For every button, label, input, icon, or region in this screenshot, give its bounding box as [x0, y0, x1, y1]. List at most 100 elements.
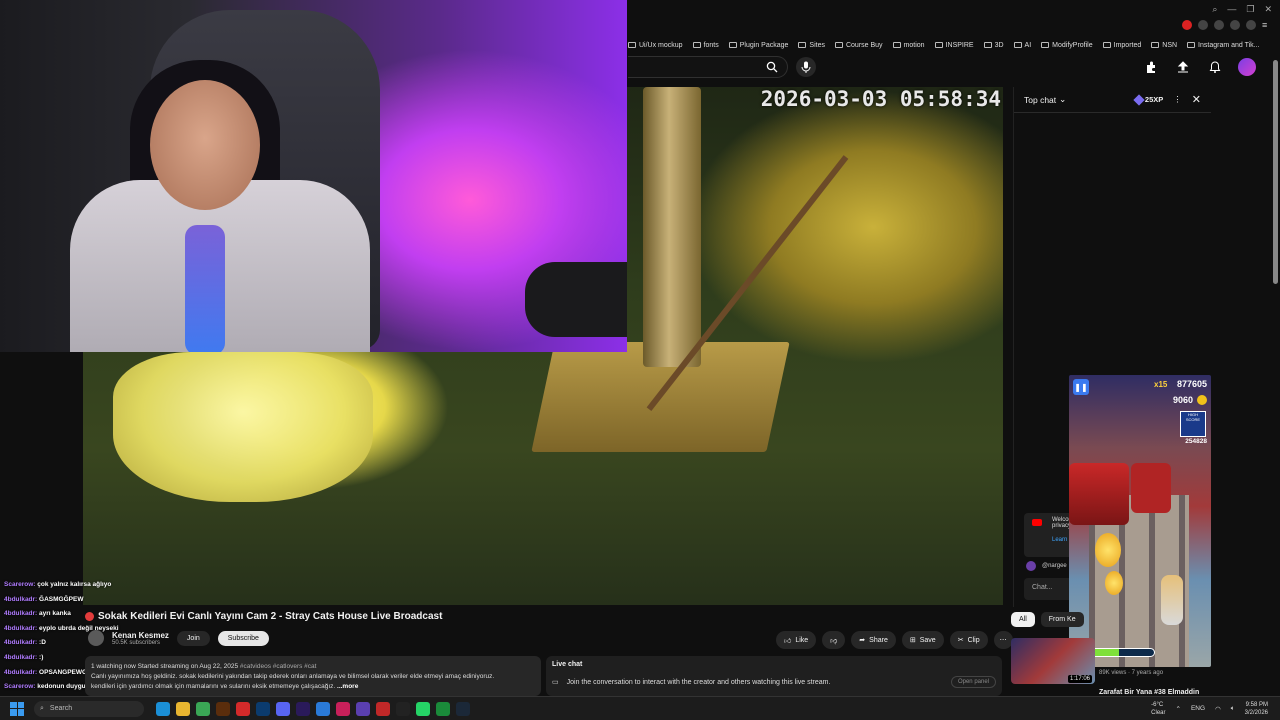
bookmark-item[interactable]: 3D — [983, 42, 1004, 49]
learn-more-link[interactable]: Learn — [1052, 537, 1068, 543]
search-icon[interactable]: ⌕ — [1212, 4, 1217, 15]
chevron-down-icon: ⌄ — [1059, 94, 1067, 104]
upload-icon[interactable] — [1174, 58, 1192, 76]
aftereffects-icon[interactable] — [296, 701, 310, 716]
xp-badge[interactable]: 25XP — [1133, 93, 1163, 106]
app-icon[interactable] — [376, 701, 390, 716]
search-button[interactable] — [760, 58, 784, 76]
search-icon — [766, 61, 778, 73]
weather-widget[interactable]: -6°C Clear — [1151, 701, 1165, 717]
photoshop-icon[interactable] — [256, 701, 270, 716]
bookmark-item[interactable]: Plugin Package — [728, 41, 789, 49]
extension-icon[interactable] — [1182, 20, 1192, 30]
wifi-icon[interactable]: ◠ — [1215, 705, 1221, 713]
taskbar-search[interactable]: ⌕ Search — [34, 700, 144, 717]
bookmark-item[interactable]: Course Buy — [834, 42, 883, 49]
game-coin — [1095, 533, 1121, 567]
edge-icon[interactable] — [156, 701, 170, 716]
bookmark-item[interactable]: INSPIRE — [934, 42, 974, 49]
close-icon[interactable]: ✕ — [1192, 93, 1201, 106]
explorer-icon[interactable] — [176, 701, 190, 716]
join-button[interactable]: Join — [176, 630, 210, 646]
volume-icon[interactable]: 🔈︎ — [1231, 705, 1235, 713]
filter-chip-all[interactable]: All — [1011, 612, 1035, 627]
video-scene-post — [643, 87, 701, 367]
weather-temp: -6°C — [1151, 701, 1164, 708]
restore-button[interactable]: ❐ — [1246, 4, 1254, 15]
bookmark-label: Ui/Ux mockup — [639, 41, 683, 49]
folder-icon — [1041, 42, 1050, 48]
bookmark-item[interactable]: Ui/Ux mockup — [628, 42, 683, 49]
bookmark-item[interactable]: AI — [1013, 42, 1031, 49]
save-button[interactable]: ⊞ Save — [901, 631, 944, 649]
subscriber-count: 50.5K subscribers — [112, 639, 161, 646]
clip-button[interactable]: ✂ Clip — [949, 631, 988, 649]
account-avatar[interactable] — [1238, 58, 1256, 76]
extension-icon[interactable] — [1230, 20, 1240, 30]
close-window-button[interactable]: ✕ — [1264, 4, 1272, 15]
bookmark-item[interactable]: Instagram and Tik... — [1187, 42, 1260, 49]
show-more-link[interactable]: ...more — [337, 683, 358, 690]
bookmark-item[interactable]: motion — [892, 42, 925, 49]
share-button[interactable]: ➦ Share — [851, 631, 896, 649]
bookmark-item[interactable]: Imported — [1102, 42, 1141, 49]
subscribe-button[interactable]: Subscribe — [217, 630, 269, 646]
vpn-icon[interactable] — [356, 701, 370, 716]
stream-chat-message: Scarerow: çok yalnız kalırsa ağlıyo — [4, 578, 204, 593]
dislike-button[interactable]: 👎︎ — [822, 631, 846, 649]
recommendation-meta: 89K views · 7 years ago — [1099, 670, 1164, 676]
opera-icon[interactable] — [236, 701, 250, 716]
folder-icon — [692, 42, 701, 48]
bookmark-item[interactable]: ModifyProfile — [1041, 42, 1093, 49]
folder-icon — [834, 42, 843, 48]
illustrator-icon[interactable] — [216, 701, 230, 716]
page-scrollbar[interactable] — [1273, 60, 1278, 284]
chat-mode-dropdown[interactable]: Top chat ⌄ — [1024, 94, 1135, 105]
recommendation-filters: All From Ke — [1011, 612, 1084, 627]
more-actions-button[interactable]: ⋯ — [993, 631, 1013, 649]
menu-icon[interactable]: ≡ — [1262, 20, 1272, 30]
video-actions: 👍︎ Like 👎︎ ➦ Share ⊞ Save ✂ Clip ⋯ — [776, 631, 1013, 649]
windows-start-icon[interactable] — [10, 701, 24, 716]
channel-avatar[interactable] — [88, 630, 104, 646]
bookmark-label: Plugin Package — [739, 41, 789, 49]
spotify-icon[interactable] — [436, 701, 450, 716]
channel-name[interactable]: Kenan Kesmez — [112, 631, 169, 640]
whatsapp-icon[interactable] — [416, 701, 430, 716]
folder-icon — [728, 42, 737, 48]
microphone — [525, 262, 627, 337]
minimize-button[interactable]: — — [1227, 4, 1236, 15]
clock[interactable]: 9:58 PM 3/2/2026 — [1245, 701, 1268, 717]
pause-icon[interactable]: ❚❚ — [1073, 379, 1089, 395]
chat-bubble-icon: ▭ — [552, 679, 559, 686]
steam-icon[interactable] — [456, 701, 470, 716]
clip-label: Clip — [967, 636, 980, 644]
notifications-bell-icon[interactable] — [1206, 58, 1224, 76]
like-button[interactable]: 👍︎ Like — [776, 631, 817, 649]
extensions-bar: ≡ — [1182, 20, 1272, 30]
chrome-icon[interactable] — [196, 701, 210, 716]
extension-icon[interactable] — [1198, 20, 1208, 30]
chat-message-text: ĞASMGĞPEW — [39, 595, 84, 603]
video-description[interactable]: 1 watching now Started streaming on Aug … — [85, 656, 541, 696]
more-vert-icon[interactable]: ⋮ — [1173, 94, 1182, 105]
extension-icon[interactable] — [1246, 20, 1256, 30]
bookmark-item[interactable]: NSN — [1151, 42, 1177, 49]
save-label: Save — [919, 636, 936, 644]
bookmark-item[interactable]: fonts — [692, 42, 719, 49]
folder-icon — [1187, 42, 1196, 48]
discord-icon[interactable] — [276, 701, 290, 716]
bookmark-item[interactable]: Sites — [798, 42, 825, 49]
filter-chip-from-channel[interactable]: From Ke — [1040, 612, 1084, 627]
extensions-puzzle-icon[interactable] — [1142, 58, 1160, 76]
chevron-up-icon[interactable]: ⌃ — [1176, 705, 1181, 713]
camera-timestamp: 2026-03-03 05:58:34 — [760, 87, 1001, 111]
extension-icon[interactable] — [1214, 20, 1224, 30]
todo-icon[interactable] — [316, 701, 330, 716]
open-panel-button[interactable]: Open panel — [950, 676, 996, 688]
recommendation-title[interactable]: Zarafat Bir Yana #38 Elmaddin — [1099, 689, 1199, 696]
voice-search-button[interactable] — [796, 57, 816, 77]
opera-gx-icon[interactable] — [336, 701, 350, 716]
capcut-icon[interactable] — [396, 701, 410, 716]
language-indicator[interactable]: ENG — [1191, 705, 1205, 712]
